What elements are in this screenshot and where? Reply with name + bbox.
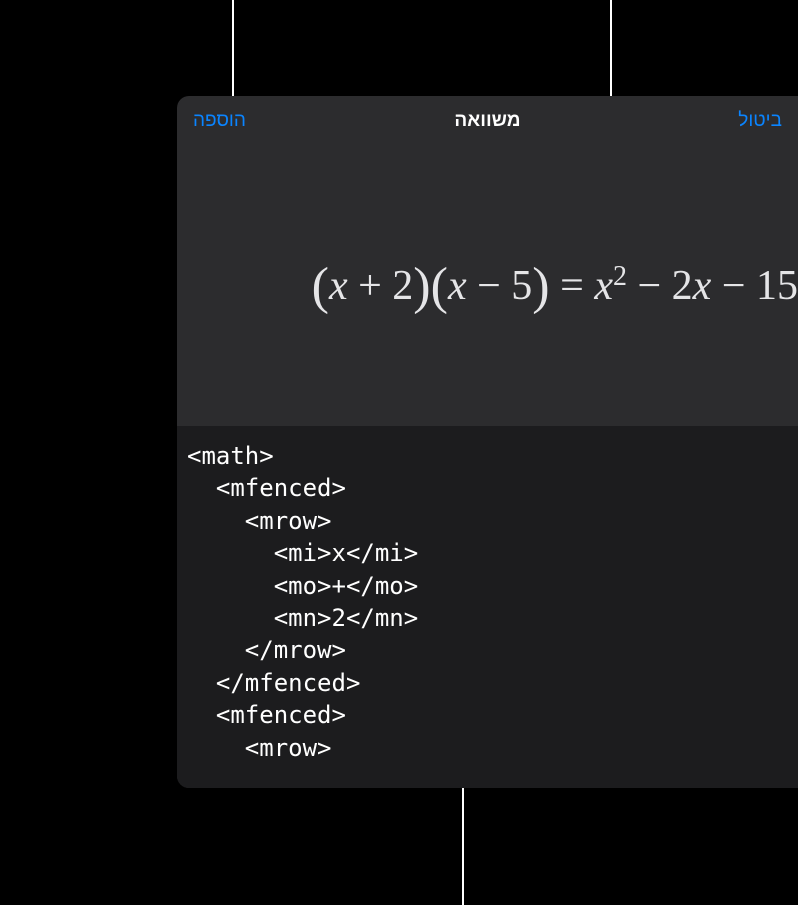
number-2: 2 <box>392 263 413 309</box>
open-paren: ( <box>312 258 329 315</box>
variable-x: x <box>448 263 467 309</box>
number-15: 15 <box>756 263 798 309</box>
plus-operator: + <box>348 263 393 309</box>
minus-operator: − <box>627 263 672 309</box>
mathml-code-input[interactable]: <math> <mfenced> <mrow> <mi>x</mi> <mo>+… <box>177 426 798 788</box>
equation-preview: (x + 2)(x − 5) = x2 − 2x − 15 <box>177 146 798 426</box>
cancel-button[interactable]: ביטול <box>738 110 782 132</box>
number-5: 5 <box>511 263 532 309</box>
open-paren: ( <box>431 258 448 315</box>
equation-render: (x + 2)(x − 5) = x2 − 2x − 15 <box>312 257 798 316</box>
equation-dialog: הוספה משוואה ביטול (x + 2)(x − 5) = x2 −… <box>177 96 798 788</box>
variable-x: x <box>693 263 712 309</box>
coefficient-2: 2 <box>672 263 693 309</box>
close-paren: ) <box>413 258 430 315</box>
dialog-title: משוואה <box>454 110 520 132</box>
add-button[interactable]: הוספה <box>193 110 246 132</box>
variable-x: x <box>594 263 613 309</box>
minus-operator: − <box>711 263 756 309</box>
dialog-header: הוספה משוואה ביטול <box>177 96 798 146</box>
callout-line-add <box>232 0 234 96</box>
close-paren: ) <box>532 258 549 315</box>
minus-operator: − <box>467 263 512 309</box>
callout-line-code <box>462 785 464 905</box>
exponent-2: 2 <box>613 261 627 292</box>
variable-x: x <box>329 263 348 309</box>
equals-operator: = <box>550 263 595 309</box>
